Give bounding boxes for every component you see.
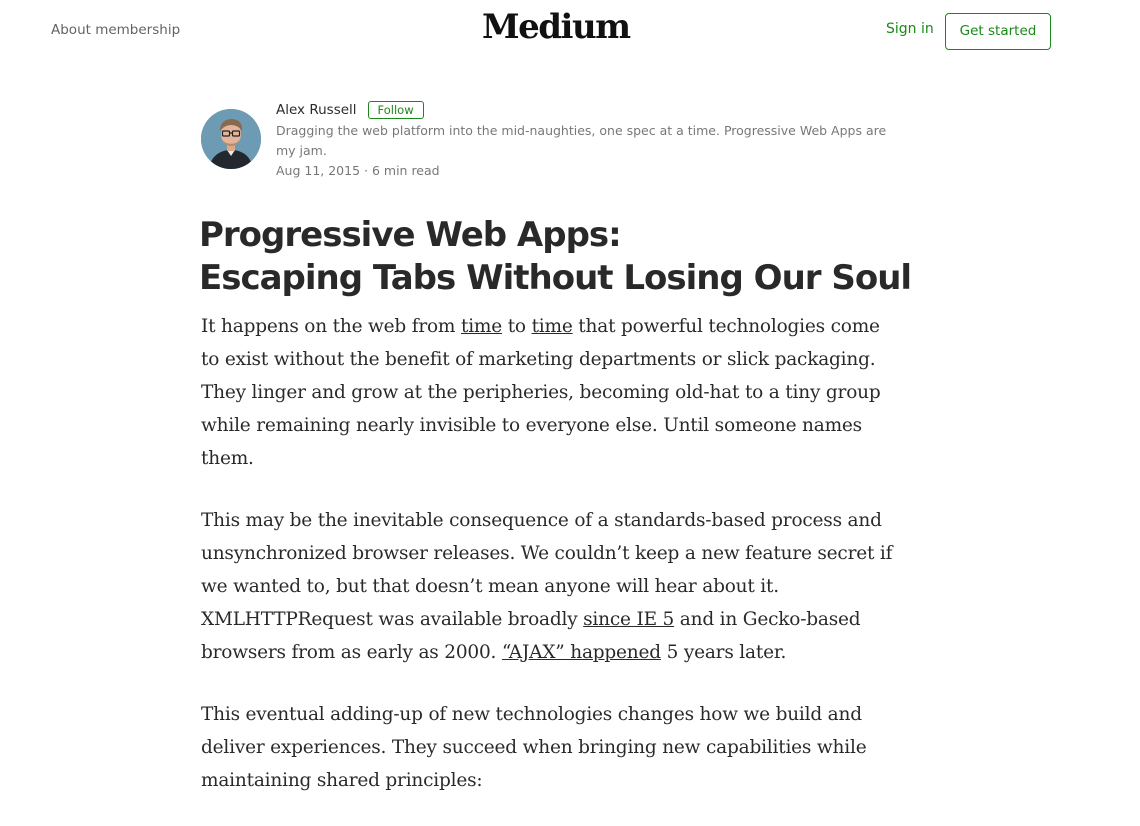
article-title: Progressive Web Apps: Escaping Tabs With… [199,214,919,300]
time-link-1[interactable]: time [461,316,502,337]
post-date: Aug 11, 2015 [276,163,361,178]
medium-logo[interactable]: Medium [482,7,631,47]
author-name-link[interactable]: Alex Russell [276,102,357,118]
paragraph-text: to [502,316,532,337]
paragraph-text: This eventual adding-up of new technolog… [201,704,867,791]
about-membership-link[interactable]: About membership [51,22,180,38]
author-info: Alex Russell Follow Dragging the web pla… [276,100,896,181]
author-portrait-icon [201,109,261,169]
follow-button[interactable]: Follow [367,101,424,119]
since-ie5-link[interactable]: since IE 5 [583,609,674,630]
meta-separator: · [360,163,372,178]
author-bio: Dragging the web platform into the mid-n… [276,123,887,158]
read-time: 6 min read [371,163,440,178]
time-link-2[interactable]: time [532,316,573,337]
ajax-happened-link[interactable]: “AJAX” happened [502,642,661,663]
paragraph-text: that powerful technologies come to exist… [201,316,881,469]
post-meta: Aug 11, 2015 · 6 min read [276,161,896,181]
sign-in-link[interactable]: Sign in [886,21,934,37]
article-paragraph-3: This eventual adding-up of new technolog… [201,698,901,797]
article-title-line-2: Escaping Tabs Without Losing Our Soul [199,258,912,298]
author-name-row: Alex Russell Follow [276,100,896,120]
article-paragraph-1: It happens on the web from time to time … [201,310,901,475]
article-body: It happens on the web from time to time … [201,310,901,826]
top-navigation: About membership Medium Sign in Get star… [0,0,1140,64]
article-title-line-1: Progressive Web Apps: [199,215,622,255]
paragraph-text: 5 years later. [660,642,787,663]
paragraph-text: It happens on the web from [201,316,461,337]
author-avatar[interactable] [201,109,261,169]
article-paragraph-2: This may be the inevitable consequence o… [201,504,901,669]
get-started-button[interactable]: Get started [945,13,1051,50]
